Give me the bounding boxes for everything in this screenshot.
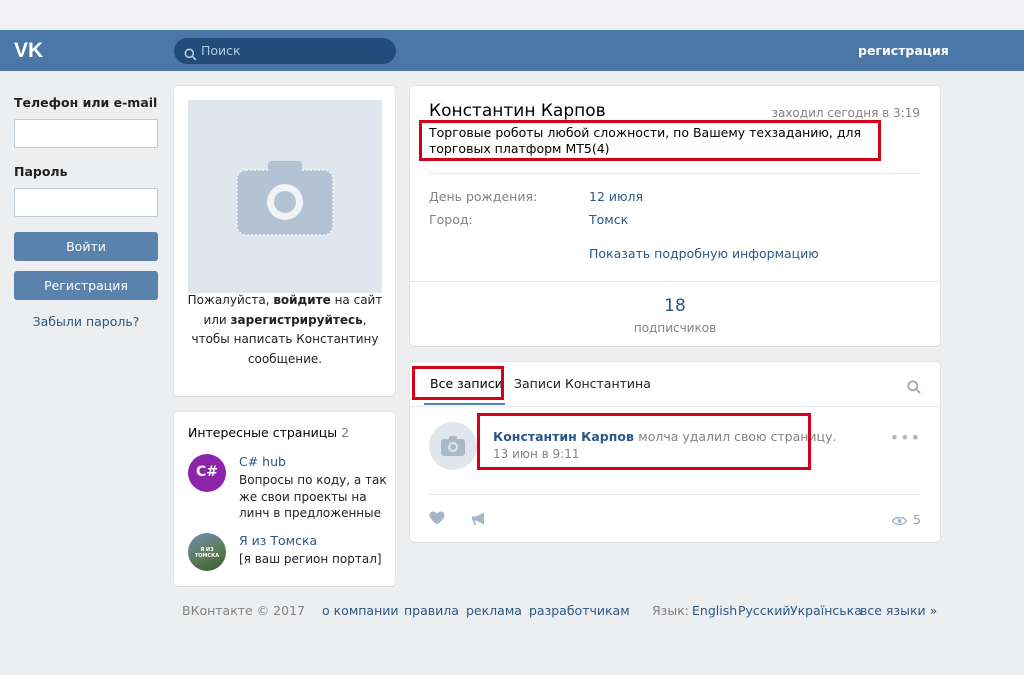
post-avatar[interactable] bbox=[429, 422, 477, 470]
footer-link-about[interactable]: о компании bbox=[322, 603, 399, 618]
page-description: Вопросы по коду, а так же свои проекты н… bbox=[239, 473, 387, 520]
prompt-login-link[interactable]: войдите bbox=[273, 293, 330, 307]
divider bbox=[410, 406, 940, 407]
footer-lang-english[interactable]: English bbox=[692, 603, 737, 618]
footer-lang-russian[interactable]: Русский bbox=[738, 603, 790, 618]
footer-language-label: Язык: bbox=[652, 603, 689, 618]
divider bbox=[429, 494, 921, 495]
tomsk-avatar[interactable]: Я ИЗ ТОМСКА bbox=[188, 533, 226, 571]
forgot-password-link[interactable]: Забыли пароль? bbox=[14, 314, 158, 329]
list-item-tomsk[interactable]: Я ИЗ ТОМСКА Я из Томска [я ваш регион по… bbox=[188, 533, 388, 573]
search-input[interactable]: Поиск bbox=[174, 38, 396, 64]
divider bbox=[429, 173, 921, 174]
post-more-icon[interactable]: ••• bbox=[890, 428, 921, 447]
views-count: 5 bbox=[913, 512, 921, 527]
subscribers-count[interactable]: 18 bbox=[410, 296, 940, 316]
birthday-label: День рождения: bbox=[429, 189, 538, 204]
phone-email-input[interactable] bbox=[14, 119, 158, 148]
share-megaphone-icon[interactable] bbox=[471, 512, 487, 526]
prompt-text-part: Пожалуйста, bbox=[187, 293, 274, 307]
city-label: Город: bbox=[429, 212, 473, 227]
login-prompt-text: Пожалуйста, войдите на сайт или зарегист… bbox=[184, 291, 386, 369]
footer-link-rules[interactable]: правила bbox=[404, 603, 459, 618]
register-link[interactable]: регистрация bbox=[858, 43, 949, 58]
city-value[interactable]: Томск bbox=[589, 212, 628, 227]
search-icon bbox=[184, 44, 197, 61]
csharp-hub-avatar[interactable]: C# bbox=[188, 454, 226, 492]
eye-icon bbox=[891, 516, 908, 526]
page-name[interactable]: Я из Томска bbox=[239, 533, 317, 548]
avatar-text: Я ИЗ ТОМСКА bbox=[194, 547, 220, 559]
login-form: Телефон или e-mail Пароль Войти Регистра… bbox=[14, 95, 159, 329]
highlight-box bbox=[419, 120, 881, 161]
wall-search-icon[interactable] bbox=[907, 380, 921, 394]
password-label: Пароль bbox=[14, 164, 68, 179]
top-header: VK Поиск регистрация bbox=[0, 30, 1024, 71]
page-description: [я ваш регион портал] bbox=[239, 552, 382, 566]
list-item-csharp-hub[interactable]: C# C# hub Вопросы по коду, а так же свои… bbox=[188, 454, 388, 520]
camera-icon bbox=[236, 161, 334, 236]
footer-copyright: ВКонтакте © 2017 bbox=[182, 603, 305, 618]
wall-card: Все записи Записи Константина Константин… bbox=[410, 362, 940, 542]
avatar-text: C# bbox=[195, 464, 218, 480]
browser-top-strip bbox=[0, 0, 1024, 30]
prompt-register-link[interactable]: зарегистрируйтесь bbox=[231, 313, 363, 327]
highlight-box bbox=[412, 366, 504, 400]
password-input[interactable] bbox=[14, 188, 158, 217]
like-heart-icon[interactable] bbox=[429, 511, 445, 525]
profile-photo-placeholder bbox=[188, 100, 382, 293]
profile-photo-card: Пожалуйста, войдите на сайт или зарегист… bbox=[174, 86, 395, 396]
register-button[interactable]: Регистрация bbox=[14, 271, 158, 300]
birthday-value[interactable]: 12 июля bbox=[589, 189, 643, 204]
svg-text:VK: VK bbox=[14, 39, 43, 61]
footer-all-languages[interactable]: все языки » bbox=[860, 603, 937, 618]
login-button[interactable]: Войти bbox=[14, 232, 158, 261]
interesting-pages-count: 2 bbox=[341, 425, 350, 440]
footer-link-developers[interactable]: разработчикам bbox=[529, 603, 630, 618]
interesting-pages-title-text: Интересные страницы bbox=[188, 425, 338, 440]
profile-info-card: Константин Карпов заходил сегодня в 3:19… bbox=[410, 86, 940, 346]
search-placeholder: Поиск bbox=[201, 43, 241, 58]
interesting-pages-title[interactable]: Интересные страницы 2 bbox=[188, 425, 349, 440]
views-counter: 5 bbox=[891, 512, 921, 527]
online-status: заходил сегодня в 3:19 bbox=[771, 106, 920, 120]
footer-lang-ukrainian[interactable]: Українська bbox=[790, 603, 862, 618]
phone-label: Телефон или e-mail bbox=[14, 95, 158, 110]
subscribers-label[interactable]: подписчиков bbox=[410, 321, 940, 335]
footer-link-ads[interactable]: реклама bbox=[466, 603, 522, 618]
page-name[interactable]: C# hub bbox=[239, 454, 286, 469]
interesting-pages-card: Интересные страницы 2 C# C# hub Вопросы п… bbox=[174, 412, 395, 586]
active-tab-indicator bbox=[424, 403, 505, 405]
tab-own-posts[interactable]: Записи Константина bbox=[514, 376, 651, 391]
profile-name: Константин Карпов bbox=[429, 101, 606, 121]
show-more-link[interactable]: Показать подробную информацию bbox=[589, 246, 819, 261]
vk-logo[interactable]: VK bbox=[14, 39, 48, 62]
highlight-box bbox=[477, 413, 811, 470]
camera-icon bbox=[441, 436, 465, 456]
divider bbox=[410, 281, 940, 282]
